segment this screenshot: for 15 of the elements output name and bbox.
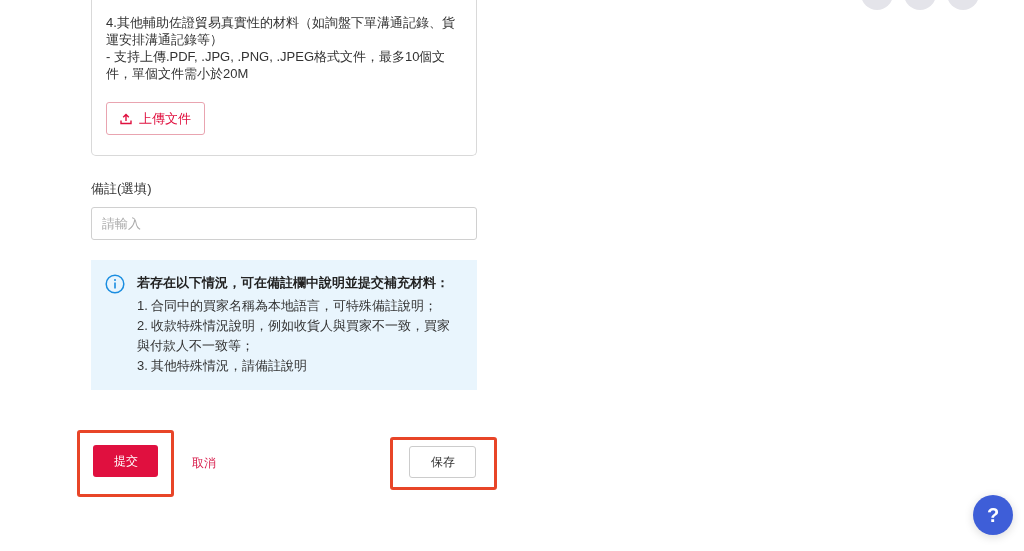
notice-item: 3. 其他特殊情況，請備註說明	[137, 356, 309, 375]
card-text: - 支持上傳.PDF, .JPG, .PNG, .JPEG格式文件，最多10個文件，單個文件需小於20M	[106, 48, 447, 82]
info-icon	[105, 273, 125, 294]
save-button[interactable]: 保存	[409, 445, 476, 478]
cancel-link[interactable]: 取消	[192, 454, 216, 472]
upload-icon	[120, 112, 132, 125]
submit-button[interactable]: 提交	[93, 444, 158, 477]
notice-item: 1. 合同中的買家名稱為本地語言，可特殊備註說明；	[137, 296, 439, 315]
upload-button[interactable]: 上傳文件	[106, 102, 205, 135]
field-label: 備註(選填)	[91, 180, 153, 198]
help-button[interactable]: ?	[973, 495, 1013, 535]
card-text: 4.其他輔助佐證貿易真實性的材料（如詢盤下單溝通記錄、貨運安排溝通記錄等）	[106, 14, 456, 48]
remarks-field[interactable]: 請輸入	[91, 206, 477, 240]
notice-item: 2. 收款特殊情況說明，例如收貨人與買家不一致，買家與付款人不一致等；	[137, 316, 452, 355]
notice-title: 若存在以下情況，可在備註欄中說明並提交補充材料：	[137, 273, 450, 291]
